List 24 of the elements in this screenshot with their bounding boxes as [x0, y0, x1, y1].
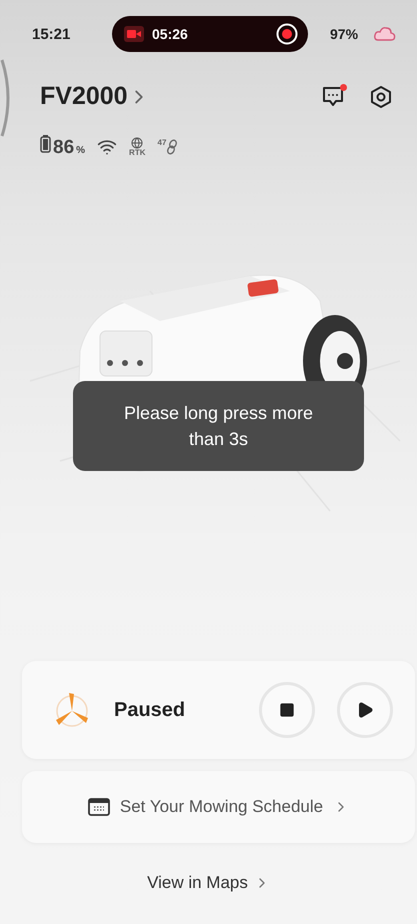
battery-unit: %	[76, 145, 86, 156]
phone-battery: 97%	[330, 26, 358, 42]
mower-status: Paused	[114, 698, 186, 722]
mowing-schedule-button[interactable]: Set Your Mowing Schedule	[22, 771, 415, 843]
recording-time: 05:26	[152, 26, 189, 42]
video-camera-icon	[124, 26, 144, 42]
screen-recording-pill[interactable]: 05:26	[112, 16, 308, 52]
message-icon[interactable]	[321, 86, 345, 108]
battery-icon	[40, 135, 51, 153]
play-icon	[356, 701, 374, 719]
toast-message: Please long press more than 3s	[73, 381, 364, 471]
rtk-label: RTK	[129, 149, 146, 157]
globe-icon	[131, 137, 144, 149]
status-time: 15:21	[32, 26, 72, 42]
link-icon	[166, 139, 178, 155]
settings-icon[interactable]	[369, 84, 393, 108]
calendar-icon	[88, 798, 110, 816]
satellite-count: 47	[158, 139, 166, 147]
view-in-maps-link[interactable]: View in Maps	[147, 873, 270, 893]
mower-battery-value: 86	[53, 137, 74, 159]
device-name[interactable]: FV2000	[40, 82, 128, 111]
stop-icon	[279, 702, 295, 718]
record-stop-icon[interactable]	[276, 23, 298, 45]
cloud-icon	[374, 26, 396, 42]
